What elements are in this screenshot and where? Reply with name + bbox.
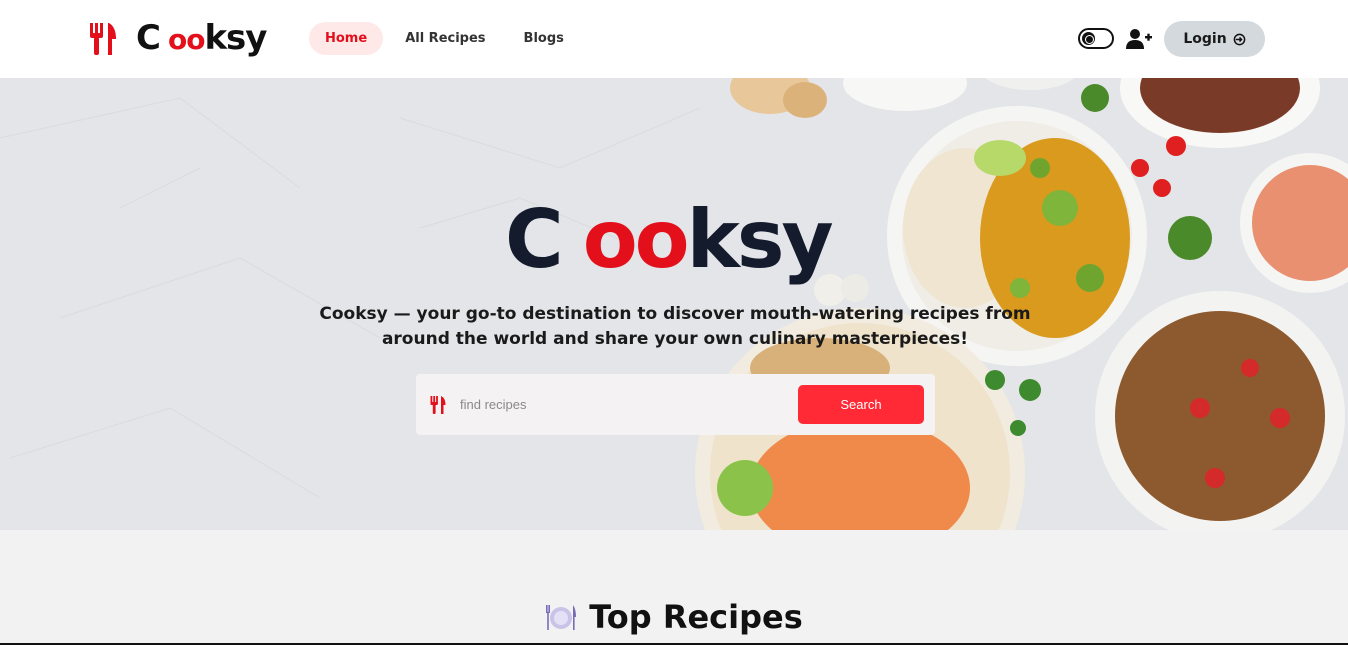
theme-toggle-icon [1082, 32, 1095, 45]
search-input[interactable] [456, 390, 786, 418]
brand-name: Cooksy [136, 18, 267, 58]
nav-link-blogs[interactable]: Blogs [508, 22, 580, 55]
login-icon [1233, 33, 1246, 45]
login-label: Login [1183, 31, 1227, 47]
hero-tagline: Cooksy — your go-to destination to disco… [319, 304, 1031, 349]
nav-link-all-recipes[interactable]: All Recipes [389, 22, 501, 55]
recipe-search-bar: Search [416, 374, 935, 435]
hero-title: Cooksy [505, 193, 834, 286]
nav-links: Home All Recipes Blogs [309, 22, 586, 55]
section-title-text: Top Recipes [589, 598, 803, 636]
brand-logo[interactable]: Cooksy [88, 18, 267, 60]
theme-toggle[interactable] [1078, 28, 1114, 49]
login-button[interactable]: Login [1164, 21, 1265, 57]
search-button[interactable]: Search [798, 385, 924, 424]
navbar: Cooksy Home All Recipes Blogs Login [0, 0, 1348, 78]
plate-icon [546, 605, 577, 630]
nav-link-home[interactable]: Home [309, 22, 384, 55]
fork-knife-icon [90, 23, 116, 55]
section-title: Top Recipes [0, 598, 1348, 636]
fork-knife-icon [430, 396, 446, 414]
hero-banner: Cooksy Cooksy — your go-to destination t… [0, 78, 1348, 530]
user-plus-icon[interactable] [1126, 27, 1152, 51]
